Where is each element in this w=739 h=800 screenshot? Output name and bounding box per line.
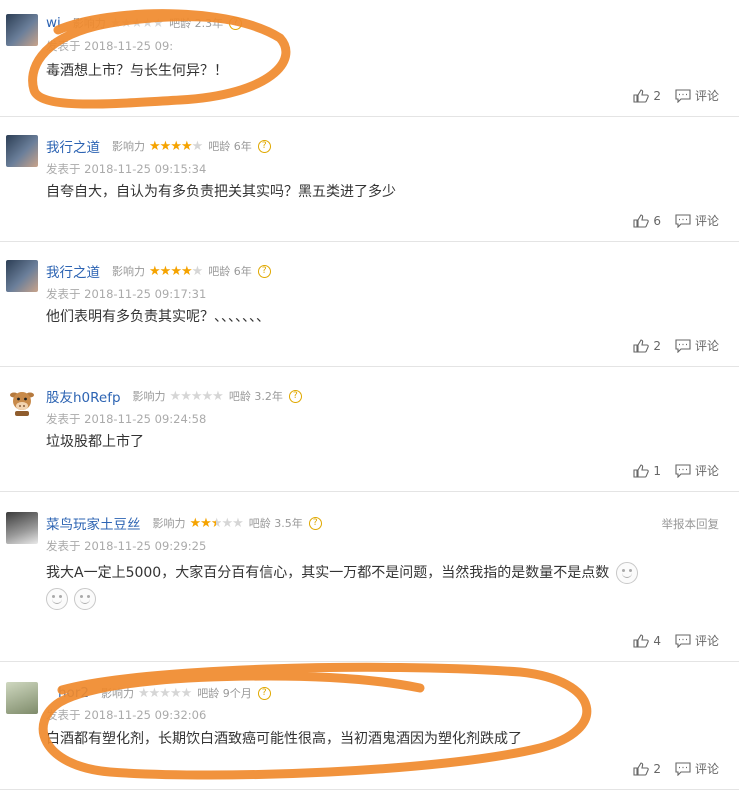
like-count: 4 (653, 633, 661, 648)
avatar[interactable] (6, 512, 38, 544)
influence-stars: ★★★★★ (169, 388, 224, 404)
influence-stars: ★★★★★ (149, 263, 203, 279)
thumbs-up-icon[interactable] (633, 213, 650, 228)
post-time: 发表于 2018-11-25 09:32:06 (46, 708, 207, 722)
bar-age: 吧龄 6年 (208, 265, 252, 278)
comment-actions: 2 评论 (633, 760, 719, 777)
username-link[interactable]: 我行之道 (46, 136, 100, 156)
smile-emoji-icon (615, 562, 638, 584)
influence-stars: ★★★★★ (189, 515, 244, 531)
influence-label: 影响力 (72, 17, 106, 30)
comment-item: 我行之道 影响力 ★★★★★ 吧龄 6年 ? 发表于 2018-11-25 09… (0, 117, 739, 242)
avatar[interactable] (6, 385, 38, 417)
influence-label: 影响力 (132, 390, 166, 403)
post-time: 发表于 2018-11-25 09:15:34 (46, 162, 207, 176)
comment-actions: 2 评论 (633, 87, 719, 104)
bar-age: 吧龄 6年 (208, 140, 252, 153)
comment-actions: 6 评论 (633, 212, 719, 229)
comment-icon[interactable] (675, 463, 691, 478)
avatar[interactable] (6, 260, 38, 292)
comment-header: hor2 影响力 ★★★★★ 吧龄 9个月 ? (46, 684, 271, 702)
comment-actions: 1 评论 (633, 462, 719, 479)
reply-button[interactable]: 评论 (695, 760, 719, 777)
comment-text: 毒酒想上市？与长生何异？！ (46, 63, 228, 79)
comment-item: 我行之道 影响力 ★★★★★ 吧龄 6年 ? 发表于 2018-11-25 09… (0, 242, 739, 367)
username-link[interactable]: 股友h0Refp (46, 386, 121, 406)
comment-header: 股友h0Refp 影响力 ★★★★★ 吧龄 3.2年 ? (46, 386, 302, 406)
smile-emoji-icon (74, 588, 97, 610)
reply-button[interactable]: 评论 (695, 212, 719, 229)
comment-item: 股友h0Refp 影响力 ★★★★★ 吧龄 3.2年 ? 发表于 2018-11… (0, 367, 739, 492)
help-icon[interactable]: ? (257, 686, 271, 700)
help-icon[interactable]: ? (288, 389, 302, 403)
influence-stars: ★★★★★ (137, 685, 192, 701)
comment-text-content: 我大A一定上5000，大家百分百有信心，其实一万都不是问题，当然我指的是数量不是… (46, 565, 610, 581)
comment-text: 垃圾股都上市了 (46, 434, 144, 450)
emoji-row (46, 588, 97, 610)
avatar[interactable] (6, 135, 38, 167)
thumbs-up-icon[interactable] (633, 761, 650, 776)
bar-age: 吧龄 3.2年 (228, 390, 283, 403)
comment-actions: 2 评论 (633, 337, 719, 354)
avatar[interactable] (6, 14, 38, 46)
post-time: 发表于 2018-11-25 09:17:31 (46, 287, 207, 301)
bar-age: 吧龄 3.5年 (248, 517, 303, 530)
comment-header: 我行之道 影响力 ★★★★★ 吧龄 6年 ? (46, 261, 271, 281)
influence-label: 影响力 (112, 140, 145, 153)
help-icon[interactable]: ? (229, 16, 243, 30)
comment-icon[interactable] (675, 88, 691, 103)
thumbs-up-icon[interactable] (633, 338, 650, 353)
like-count: 2 (653, 88, 661, 103)
comment-text: 他们表明有多负责其实呢？、、、、、、、 (46, 309, 270, 325)
cow-avatar-icon (10, 392, 34, 416)
comment-header: 菜鸟玩家土豆丝 影响力 ★★★★★ 吧龄 3.5年 ? (46, 513, 322, 533)
like-count: 2 (653, 338, 661, 353)
post-time: 发表于 2018-11-25 09: (46, 39, 174, 53)
like-count: 1 (653, 463, 661, 478)
influence-label: 影响力 (100, 687, 134, 700)
comment-header: wi 影响力 ★★★★★ 吧龄 2.3年 ? (46, 14, 243, 32)
comment-text: 我大A一定上5000，大家百分百有信心，其实一万都不是问题，当然我指的是数量不是… (46, 562, 638, 584)
influence-label: 影响力 (112, 265, 145, 278)
comment-item: hor2 影响力 ★★★★★ 吧龄 9个月 ? 发表于 2018-11-25 0… (0, 662, 739, 790)
comment-icon[interactable] (675, 338, 691, 353)
help-icon[interactable]: ? (257, 139, 271, 153)
comment-actions: 4 评论 (633, 632, 719, 649)
thumbs-up-icon[interactable] (633, 88, 650, 103)
comment-feed: wi 影响力 ★★★★★ 吧龄 2.3年 ? 发表于 2018-11-25 09… (0, 0, 739, 790)
comment-icon[interactable] (675, 213, 691, 228)
influence-label: 影响力 (152, 517, 186, 530)
help-icon[interactable]: ? (257, 264, 271, 278)
influence-stars: ★★★★★ (149, 138, 203, 154)
comment-icon[interactable] (675, 633, 691, 648)
reply-button[interactable]: 评论 (695, 87, 719, 104)
username-link[interactable]: wi (46, 15, 61, 31)
like-count: 6 (653, 213, 661, 228)
comment-item: wi 影响力 ★★★★★ 吧龄 2.3年 ? 发表于 2018-11-25 09… (0, 0, 739, 117)
like-count: 2 (653, 761, 661, 776)
influence-stars: ★★★★★ (109, 15, 164, 31)
comment-header: 我行之道 影响力 ★★★★★ 吧龄 6年 ? (46, 136, 271, 156)
reply-button[interactable]: 评论 (695, 337, 719, 354)
bar-age: 吧龄 2.3年 (169, 17, 224, 30)
report-reply-link[interactable]: 举报本回复 (662, 516, 720, 532)
comment-icon[interactable] (675, 761, 691, 776)
help-icon[interactable]: ? (308, 516, 322, 530)
thumbs-up-icon[interactable] (633, 463, 650, 478)
username-link[interactable]: hor2 (58, 685, 89, 701)
post-time: 发表于 2018-11-25 09:29:25 (46, 539, 207, 553)
thumbs-up-icon[interactable] (633, 633, 650, 648)
username-link[interactable]: 我行之道 (46, 261, 100, 281)
bar-age: 吧龄 9个月 (197, 687, 252, 700)
smile-emoji-icon (46, 588, 68, 610)
comment-text: 白酒都有塑化剂，长期饮白酒致癌可能性很高，当初酒鬼酒因为塑化剂跌成了 (46, 731, 522, 747)
avatar[interactable] (6, 682, 38, 714)
comment-item: 菜鸟玩家土豆丝 影响力 ★★★★★ 吧龄 3.5年 ? 举报本回复 发表于 20… (0, 492, 739, 662)
reply-button[interactable]: 评论 (695, 632, 719, 649)
username-link[interactable]: 菜鸟玩家土豆丝 (46, 513, 141, 533)
reply-button[interactable]: 评论 (695, 462, 719, 479)
post-time: 发表于 2018-11-25 09:24:58 (46, 412, 207, 426)
comment-text: 自夸自大，自认为有多负责把关其实吗？黑五类进了多少 (46, 184, 396, 200)
